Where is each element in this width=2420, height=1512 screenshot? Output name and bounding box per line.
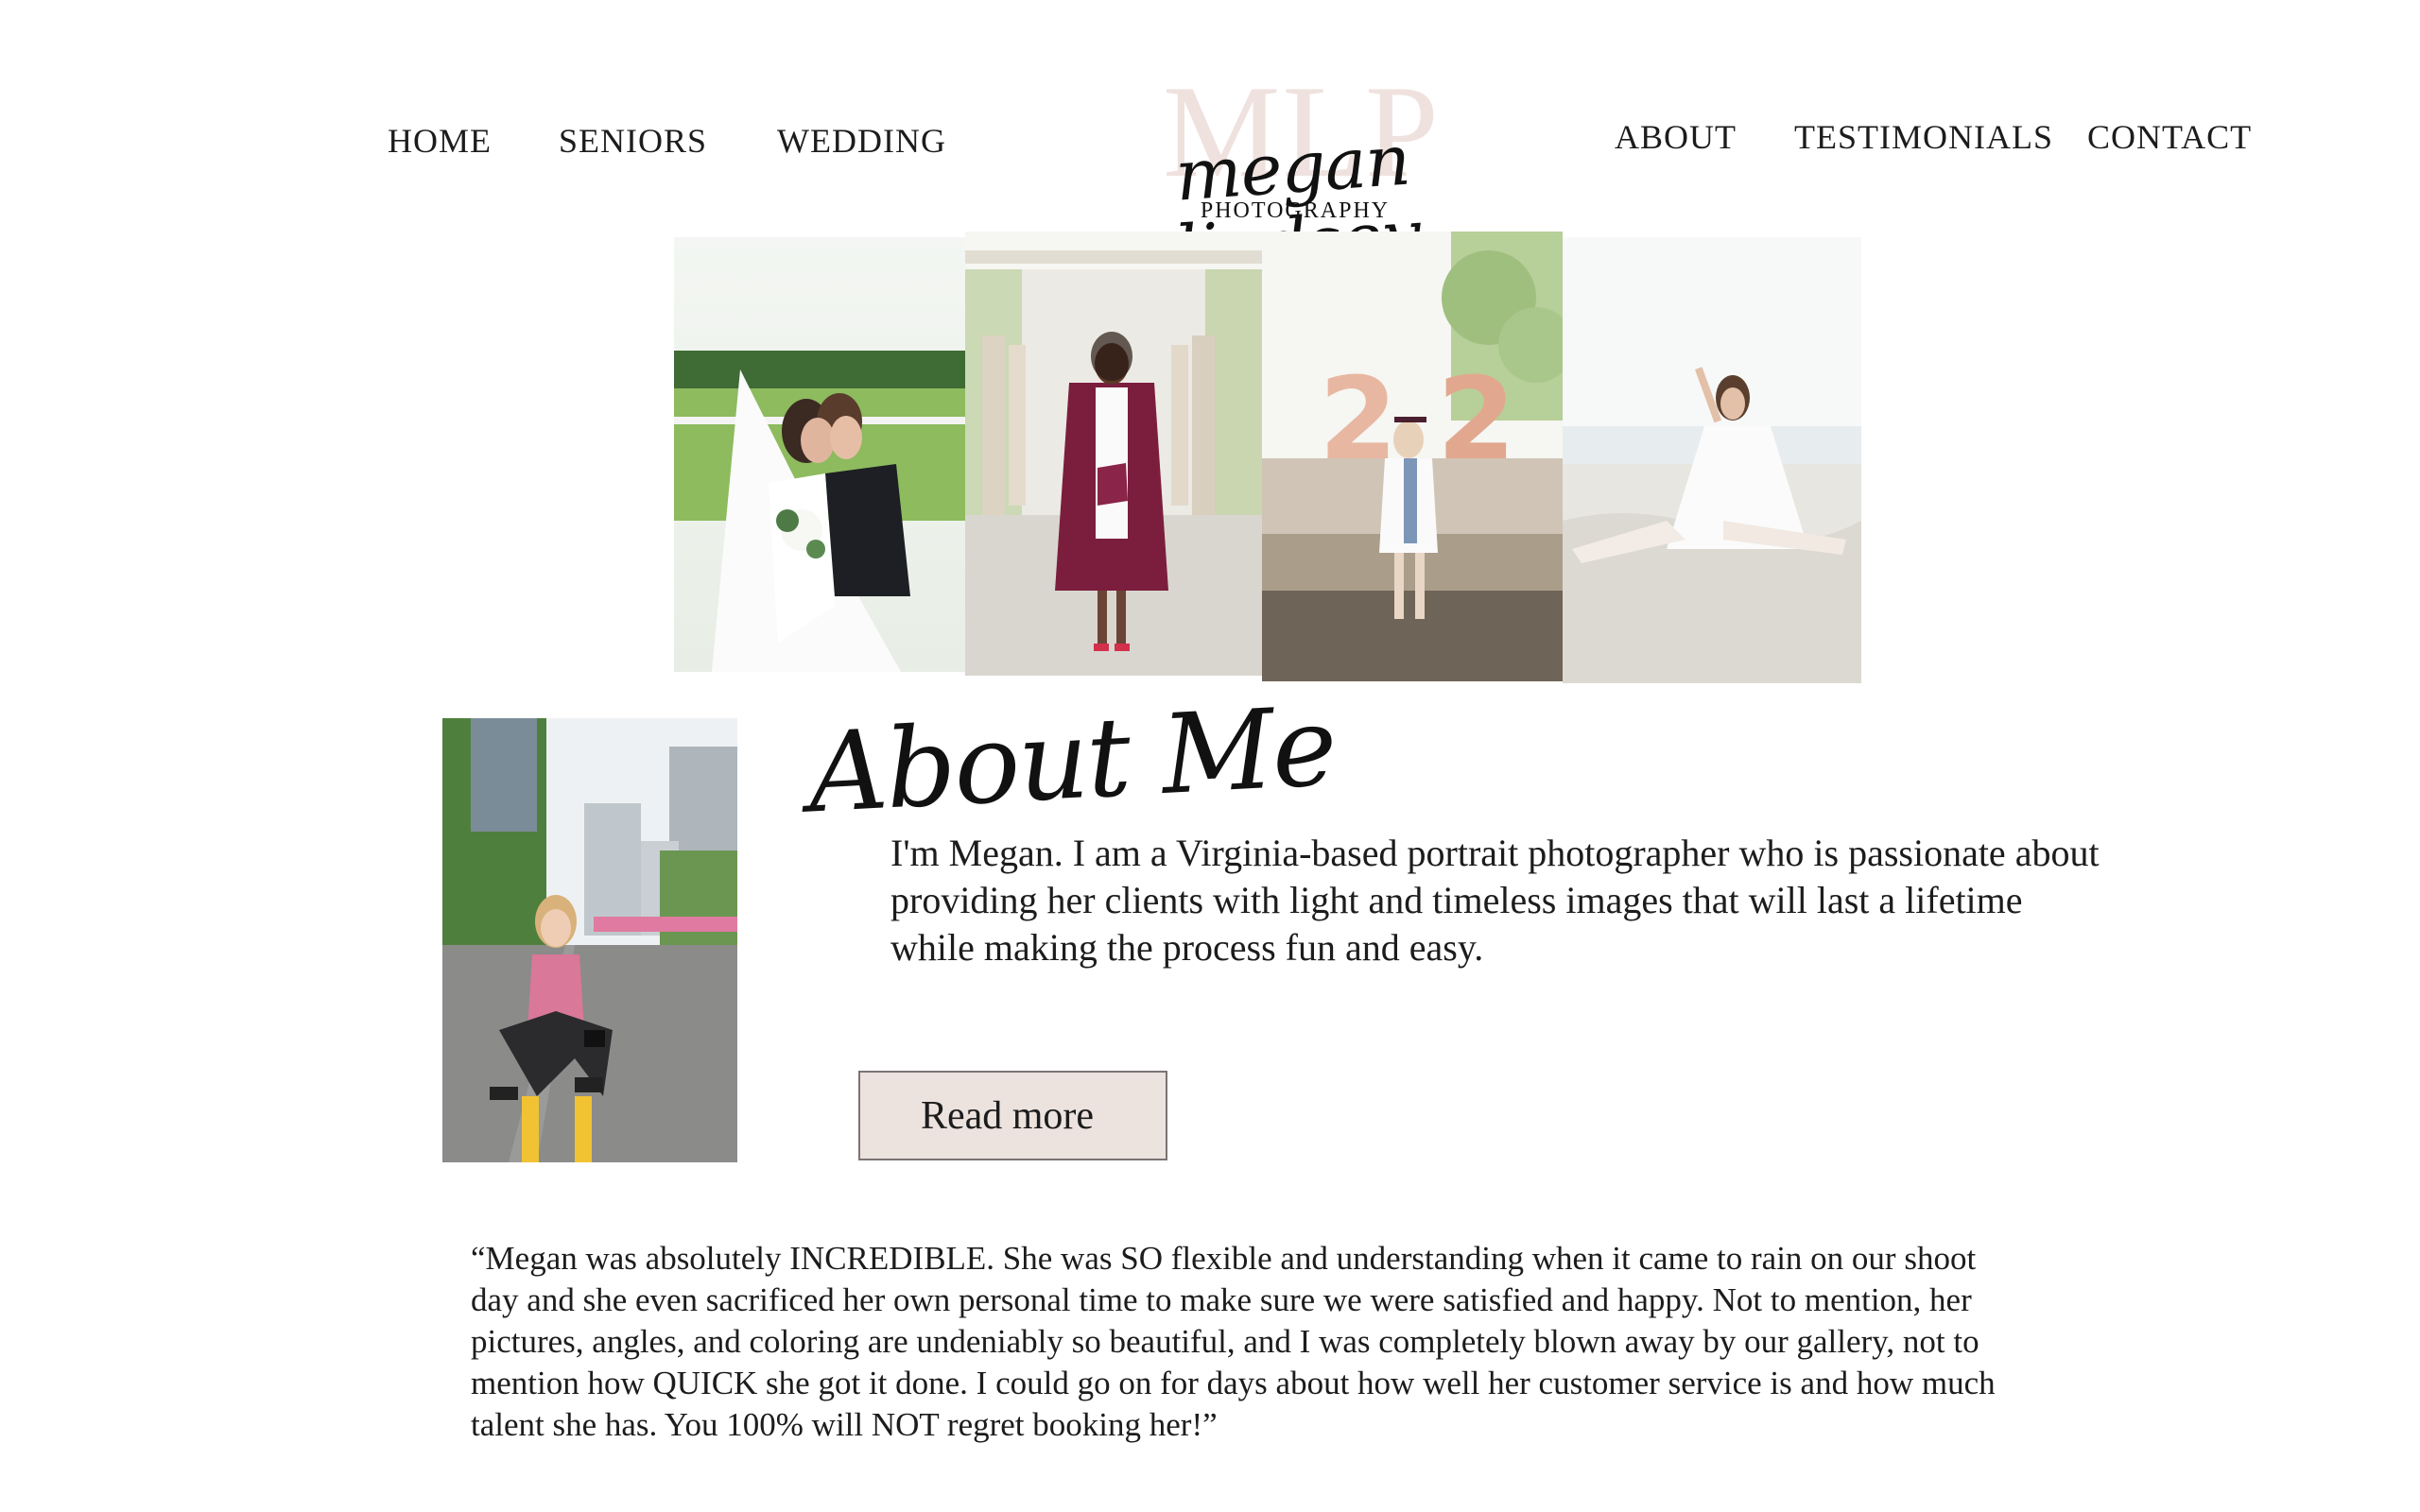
svg-text:2: 2 <box>1437 354 1516 486</box>
nav-contact[interactable]: CONTACT <box>2087 117 2252 157</box>
read-more-button[interactable]: Read more <box>858 1071 1167 1160</box>
logo-subtitle: PHOTOGRAPHY <box>1200 198 1391 223</box>
graduate-photo <box>965 232 1262 676</box>
nav-testimonials[interactable]: TESTIMONIALS <box>1794 117 2053 157</box>
about-description: I'm Megan. I am a Virginia-based portrai… <box>890 832 2100 969</box>
nav-seniors[interactable]: SENIORS <box>559 121 707 161</box>
megan-portrait-photo <box>442 718 737 1162</box>
site-logo[interactable]: MLP megan lindsey PHOTOGRAPHY <box>1097 66 1494 293</box>
senior-balloons-photo: 2 2 <box>1262 232 1563 681</box>
nav-about[interactable]: ABOUT <box>1615 117 1737 157</box>
nav-wedding[interactable]: WEDDING <box>777 121 946 161</box>
testimonial-quote: “Megan was absolutely INCREDIBLE. She wa… <box>471 1240 1996 1443</box>
beach-portrait-photo <box>1563 237 1861 683</box>
page: HOME SENIORS WEDDING MLP megan lindsey P… <box>0 0 2420 1512</box>
about-heading: About Me <box>804 682 1339 838</box>
nav-home[interactable]: HOME <box>388 121 492 161</box>
wedding-couple-photo <box>674 237 965 672</box>
